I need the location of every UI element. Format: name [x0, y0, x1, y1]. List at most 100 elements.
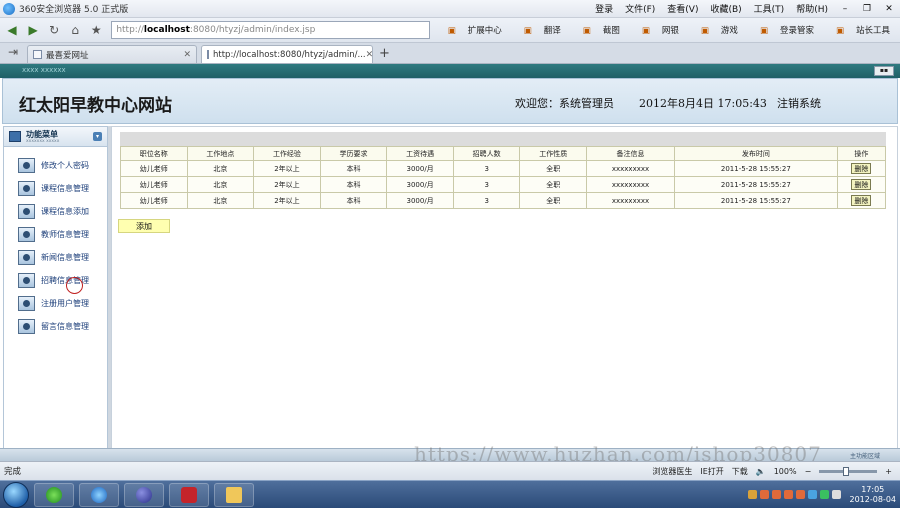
sidebar-item-course-manage[interactable]: 课程信息管理	[18, 180, 106, 196]
translate-icon: ▣	[523, 26, 532, 36]
tool-bank[interactable]: ▣ 网银	[632, 24, 689, 36]
tool-login-manager[interactable]: ▣ 登录管家	[750, 24, 824, 36]
menu-view[interactable]: 查看(V)	[661, 2, 704, 15]
screenshot-icon: ▣	[582, 26, 591, 36]
navigation-bar: ◀ ▶ ↻ ⌂ ★ http:// localhost :8080/htyzj/…	[0, 18, 900, 43]
tray-icon[interactable]	[783, 490, 793, 499]
refresh-icon[interactable]: ↻	[45, 21, 63, 39]
table-row: 幼儿老师 北京 2年以上 本科 3000/月 3 全职 xxxxxxxxx 20…	[120, 192, 887, 209]
webmaster-icon: ▣	[835, 26, 845, 36]
speaker-icon[interactable]: 🔈	[756, 467, 766, 476]
zoom-slider-knob[interactable]	[843, 466, 850, 476]
tray-icon[interactable]	[747, 490, 757, 499]
logout-link[interactable]: 注销系统	[777, 95, 821, 111]
browser-icon	[46, 486, 62, 503]
start-button[interactable]	[3, 481, 29, 508]
key-icon: ▣	[759, 26, 768, 36]
windows-taskbar: 17:05 2012-08-04	[0, 480, 900, 508]
tab-sidebar-icon[interactable]: ⇥	[3, 43, 23, 61]
tab-admin[interactable]: http://localhost:8080/htyzj/admin/... ✕	[201, 45, 373, 63]
menu-help[interactable]: 帮助(H)	[790, 2, 834, 15]
col-salary: 工资待遇	[386, 146, 454, 161]
address-bar[interactable]: http:// localhost :8080/htyzj/admin/inde…	[111, 21, 430, 39]
close-tab-icon[interactable]: ✕	[183, 50, 191, 60]
close-window-icon[interactable]: ✕	[878, 2, 900, 16]
content-title-bar	[120, 132, 886, 146]
address-host: localhost	[143, 25, 190, 35]
col-job-type: 工作性质	[519, 146, 588, 161]
tab-favorites[interactable]: 最喜爱网址 ✕	[27, 45, 197, 63]
minimize-icon[interactable]: –	[834, 2, 856, 16]
delete-button[interactable]: 删除	[851, 179, 872, 190]
browser-doctor-button[interactable]: 浏览器医生	[652, 466, 692, 477]
taskbar-explorer[interactable]	[214, 482, 254, 507]
home-icon[interactable]: ⌂	[66, 21, 84, 39]
user-icon	[18, 157, 35, 173]
delete-button[interactable]: 删除	[851, 163, 872, 174]
menu-file[interactable]: 文件(F)	[619, 2, 661, 15]
sidebar-item-recruit-manage[interactable]: 招聘信息管理	[18, 272, 106, 288]
add-button[interactable]: 添加	[118, 219, 170, 233]
strip-toggle-button[interactable]: ▪▪	[874, 66, 894, 76]
tool-extension-center[interactable]: ▣ 扩展中心	[438, 24, 512, 36]
new-tab-icon[interactable]: +	[379, 46, 390, 61]
col-headcount: 招聘人数	[452, 146, 521, 161]
zoom-out-icon[interactable]: −	[805, 467, 812, 476]
tray-icon[interactable]	[831, 490, 841, 499]
collapse-icon[interactable]: ▾	[93, 132, 102, 141]
zoom-in-icon[interactable]: +	[885, 467, 892, 476]
close-tab-icon[interactable]: ✕	[366, 50, 374, 60]
top-strip: xxxx xxxxxx ▪▪	[0, 64, 900, 78]
sidebar-item-news-manage[interactable]: 新闻信息管理	[18, 249, 106, 265]
sidebar-item-message-manage[interactable]: 留言信息管理	[18, 318, 106, 334]
taskbar-ie[interactable]	[79, 482, 119, 507]
bottom-strip-text: 主功能区域	[849, 453, 880, 460]
forward-icon[interactable]: ▶	[24, 21, 42, 39]
menu-tools[interactable]: 工具(T)	[748, 2, 791, 15]
address-path: :8080/htyzj/admin/index.jsp	[189, 25, 316, 35]
tool-webmaster[interactable]: ▣ 站长工具	[826, 24, 900, 36]
sidebar-item-course-add[interactable]: 课程信息添加	[18, 203, 106, 219]
watermark: https://www.huzhan.com/ishop30807	[414, 442, 822, 461]
user-icon	[18, 272, 35, 288]
status-tools: 浏览器医生 IE打开 下载 🔈 100% − +	[652, 466, 892, 477]
taskbar-app-red[interactable]	[169, 482, 209, 507]
taskbar-eclipse[interactable]	[124, 482, 164, 507]
favorite-star-icon[interactable]: ★	[87, 21, 105, 39]
menu-login[interactable]: 登录	[589, 2, 619, 15]
menu-icon	[9, 131, 21, 142]
tray-icon[interactable]	[807, 490, 817, 499]
zoom-level[interactable]: 100%	[774, 467, 797, 476]
ie-icon	[91, 486, 107, 503]
restore-icon[interactable]: ❐	[856, 2, 878, 16]
user-icon	[18, 318, 35, 334]
tool-screenshot[interactable]: ▣ 截图	[573, 24, 630, 36]
sidebar-item-change-password[interactable]: 修改个人密码	[18, 157, 106, 173]
tray-icon[interactable]	[759, 490, 769, 499]
user-icon	[18, 203, 35, 219]
address-scheme: http://	[116, 25, 144, 35]
menu-favorites[interactable]: 收藏(B)	[704, 2, 747, 15]
col-experience: 工作经验	[253, 146, 321, 161]
download-button[interactable]: 下载	[732, 466, 748, 477]
tool-translate[interactable]: ▣ 翻译	[514, 24, 571, 36]
sidebar-item-teacher-manage[interactable]: 教师信息管理	[18, 226, 106, 242]
sidebar-item-user-manage[interactable]: 注册用户管理	[18, 295, 106, 311]
ie-open-button[interactable]: IE打开	[700, 466, 723, 477]
tool-games[interactable]: ▣ 游戏	[691, 24, 748, 36]
tray-icon[interactable]	[771, 490, 781, 499]
taskbar-360-browser[interactable]	[34, 482, 74, 507]
current-datetime: 2012年8月4日 17:05:43	[639, 97, 767, 110]
tray-icon[interactable]	[819, 490, 829, 499]
taskbar-clock[interactable]: 17:05 2012-08-04	[850, 485, 897, 505]
welcome-text: 欢迎您：系统管理员	[515, 97, 614, 110]
browser-menu-bar: 登录 文件(F) 查看(V) 收藏(B) 工具(T) 帮助(H) – ❐ ✕	[589, 2, 900, 16]
delete-button[interactable]: 删除	[851, 195, 872, 206]
back-icon[interactable]: ◀	[3, 21, 21, 39]
tray-icon[interactable]	[795, 490, 805, 499]
col-remarks: 备注信息	[586, 146, 675, 161]
folder-icon	[226, 486, 242, 503]
zoom-slider[interactable]	[819, 466, 878, 476]
col-publish-time: 发布时间	[673, 146, 838, 161]
status-text: 完成	[4, 467, 22, 477]
